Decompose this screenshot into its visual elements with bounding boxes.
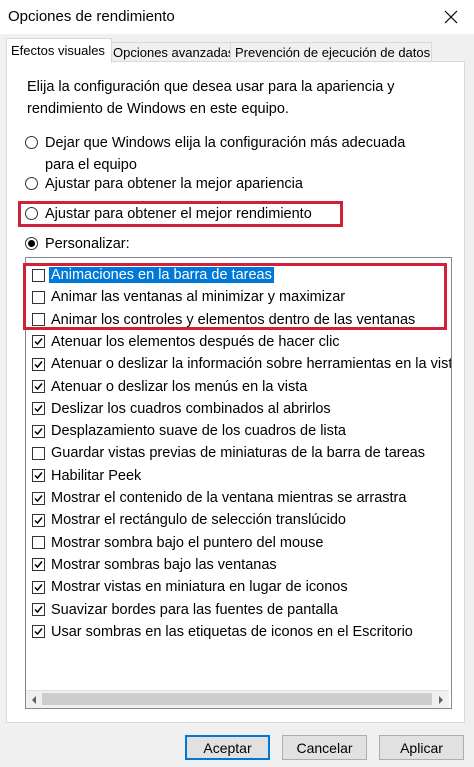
tab-advanced-options[interactable]: Opciones avanzadas xyxy=(108,42,234,63)
radio-button-selected[interactable] xyxy=(25,237,38,250)
checkbox-checked[interactable] xyxy=(32,380,45,393)
effect-label: Usar sombras en las etiquetas de iconos … xyxy=(51,623,413,640)
effect-item[interactable]: Atenuar o deslizar los menús en la vista xyxy=(26,376,307,398)
checkbox-checked[interactable] xyxy=(32,424,45,438)
performance-options-window: Opciones de rendimiento Efectos visuales… xyxy=(0,0,474,767)
checkbox-checked[interactable] xyxy=(32,491,45,505)
checkmark-icon xyxy=(34,405,43,413)
effect-item[interactable]: Mostrar el contenido de la ventana mient… xyxy=(26,487,406,509)
tab-visual-effects[interactable]: Efectos visuales xyxy=(6,38,112,63)
effect-label: Deslizar los cuadros combinados al abrir… xyxy=(51,400,331,417)
checkbox-checked[interactable] xyxy=(32,335,45,349)
effect-label: Atenuar o deslizar los menús en la vista xyxy=(51,378,308,395)
checkmark-icon xyxy=(34,427,43,435)
effect-label: Mostrar el contenido de la ventana mient… xyxy=(51,490,407,506)
radio-label: Dejar que Windows elija la configuración… xyxy=(45,135,406,173)
checkmark-icon xyxy=(34,606,43,614)
effect-item[interactable]: Atenuar o deslizar la información sobre … xyxy=(26,353,452,375)
effect-item[interactable]: Desplazamiento suave de los cuadros de l… xyxy=(26,420,346,442)
checkmark-icon xyxy=(34,628,43,636)
radio-label: Ajustar para obtener la mejor apariencia xyxy=(45,176,303,192)
scroll-thumb[interactable] xyxy=(42,693,432,705)
effect-item[interactable]: Atenuar los elementos después de hacer c… xyxy=(26,331,340,353)
effect-label: Atenuar los elementos después de hacer c… xyxy=(51,333,340,350)
effect-item[interactable]: Mostrar sombra bajo el puntero del mouse xyxy=(26,532,323,554)
checkmark-icon xyxy=(34,494,43,502)
checkbox[interactable] xyxy=(32,536,45,550)
checkbox-checked[interactable] xyxy=(32,580,45,594)
checkmark-icon xyxy=(34,561,43,569)
effect-label: Suavizar bordes para las fuentes de pant… xyxy=(51,601,338,618)
checkmark-icon xyxy=(34,360,43,368)
checkbox-checked[interactable] xyxy=(32,625,45,639)
effect-item[interactable]: Habilitar Peek xyxy=(26,465,141,487)
checkmark-icon xyxy=(34,472,43,480)
chevron-right-icon xyxy=(439,695,443,704)
checkbox-checked[interactable] xyxy=(32,603,45,616)
checkbox-checked[interactable] xyxy=(32,558,45,572)
window-title: Opciones de rendimiento xyxy=(8,8,175,25)
horizontal-scrollbar[interactable] xyxy=(26,690,449,708)
visual-effects-panel: Elija la configuración que desea usar pa… xyxy=(6,61,465,723)
checkbox[interactable] xyxy=(32,446,45,460)
checkmark-icon xyxy=(34,583,43,591)
chevron-left-icon xyxy=(32,695,36,704)
effect-label: Mostrar el rectángulo de selección trans… xyxy=(51,512,346,529)
radio-label: Personalizar: xyxy=(45,236,130,252)
effect-item[interactable]: Suavizar bordes para las fuentes de pant… xyxy=(26,599,338,621)
effect-item[interactable]: Mostrar sombras bajo las ventanas xyxy=(26,554,277,576)
effect-label: Habilitar Peek xyxy=(51,467,142,484)
effect-label: Atenuar o deslizar la información sobre … xyxy=(51,356,452,373)
radio-button[interactable] xyxy=(25,136,38,149)
accept-button[interactable]: Aceptar xyxy=(185,735,270,760)
effect-item[interactable]: Guardar vistas previas de miniaturas de … xyxy=(26,442,425,464)
radio-let-windows-choose[interactable]: Dejar que Windows elija la configuración… xyxy=(25,132,435,176)
checkmark-icon xyxy=(34,383,43,391)
highlight-box-animations xyxy=(23,263,447,330)
apply-button[interactable]: Aplicar xyxy=(379,735,464,760)
radio-best-appearance[interactable]: Ajustar para obtener la mejor apariencia xyxy=(25,173,303,195)
checkbox-checked[interactable] xyxy=(32,402,45,416)
cancel-button[interactable]: Cancelar xyxy=(282,735,367,760)
effect-label: Guardar vistas previas de miniaturas de … xyxy=(51,445,425,462)
close-icon xyxy=(444,10,458,24)
radio-button[interactable] xyxy=(25,177,38,190)
checkbox-checked[interactable] xyxy=(32,469,45,483)
effect-label: Mostrar sombra bajo el puntero del mouse xyxy=(51,534,324,551)
effect-label: Desplazamiento suave de los cuadros de l… xyxy=(51,423,346,440)
checkmark-icon xyxy=(34,516,43,524)
checkmark-icon xyxy=(34,338,43,346)
scroll-right-button[interactable] xyxy=(433,691,449,708)
effect-item[interactable]: Mostrar vistas en miniatura en lugar de … xyxy=(26,576,348,598)
effect-item[interactable]: Usar sombras en las etiquetas de iconos … xyxy=(26,621,413,643)
effect-label: Mostrar sombras bajo las ventanas xyxy=(51,556,277,573)
radio-custom[interactable]: Personalizar: xyxy=(25,233,130,255)
title-bar: Opciones de rendimiento xyxy=(0,0,474,34)
description-text: Elija la configuración que desea usar pa… xyxy=(27,79,395,117)
checkbox-checked[interactable] xyxy=(32,357,45,371)
tab-data-execution-prevention[interactable]: Prevención de ejecución de datos xyxy=(230,42,432,63)
effect-item[interactable]: Mostrar el rectángulo de selección trans… xyxy=(26,509,346,531)
scroll-left-button[interactable] xyxy=(26,691,42,708)
effect-item[interactable]: Deslizar los cuadros combinados al abrir… xyxy=(26,398,331,420)
highlight-box-best-performance xyxy=(18,201,343,227)
effect-label: Mostrar vistas en miniatura en lugar de … xyxy=(51,579,348,596)
checkbox-checked[interactable] xyxy=(32,513,45,527)
close-button[interactable] xyxy=(428,0,474,34)
